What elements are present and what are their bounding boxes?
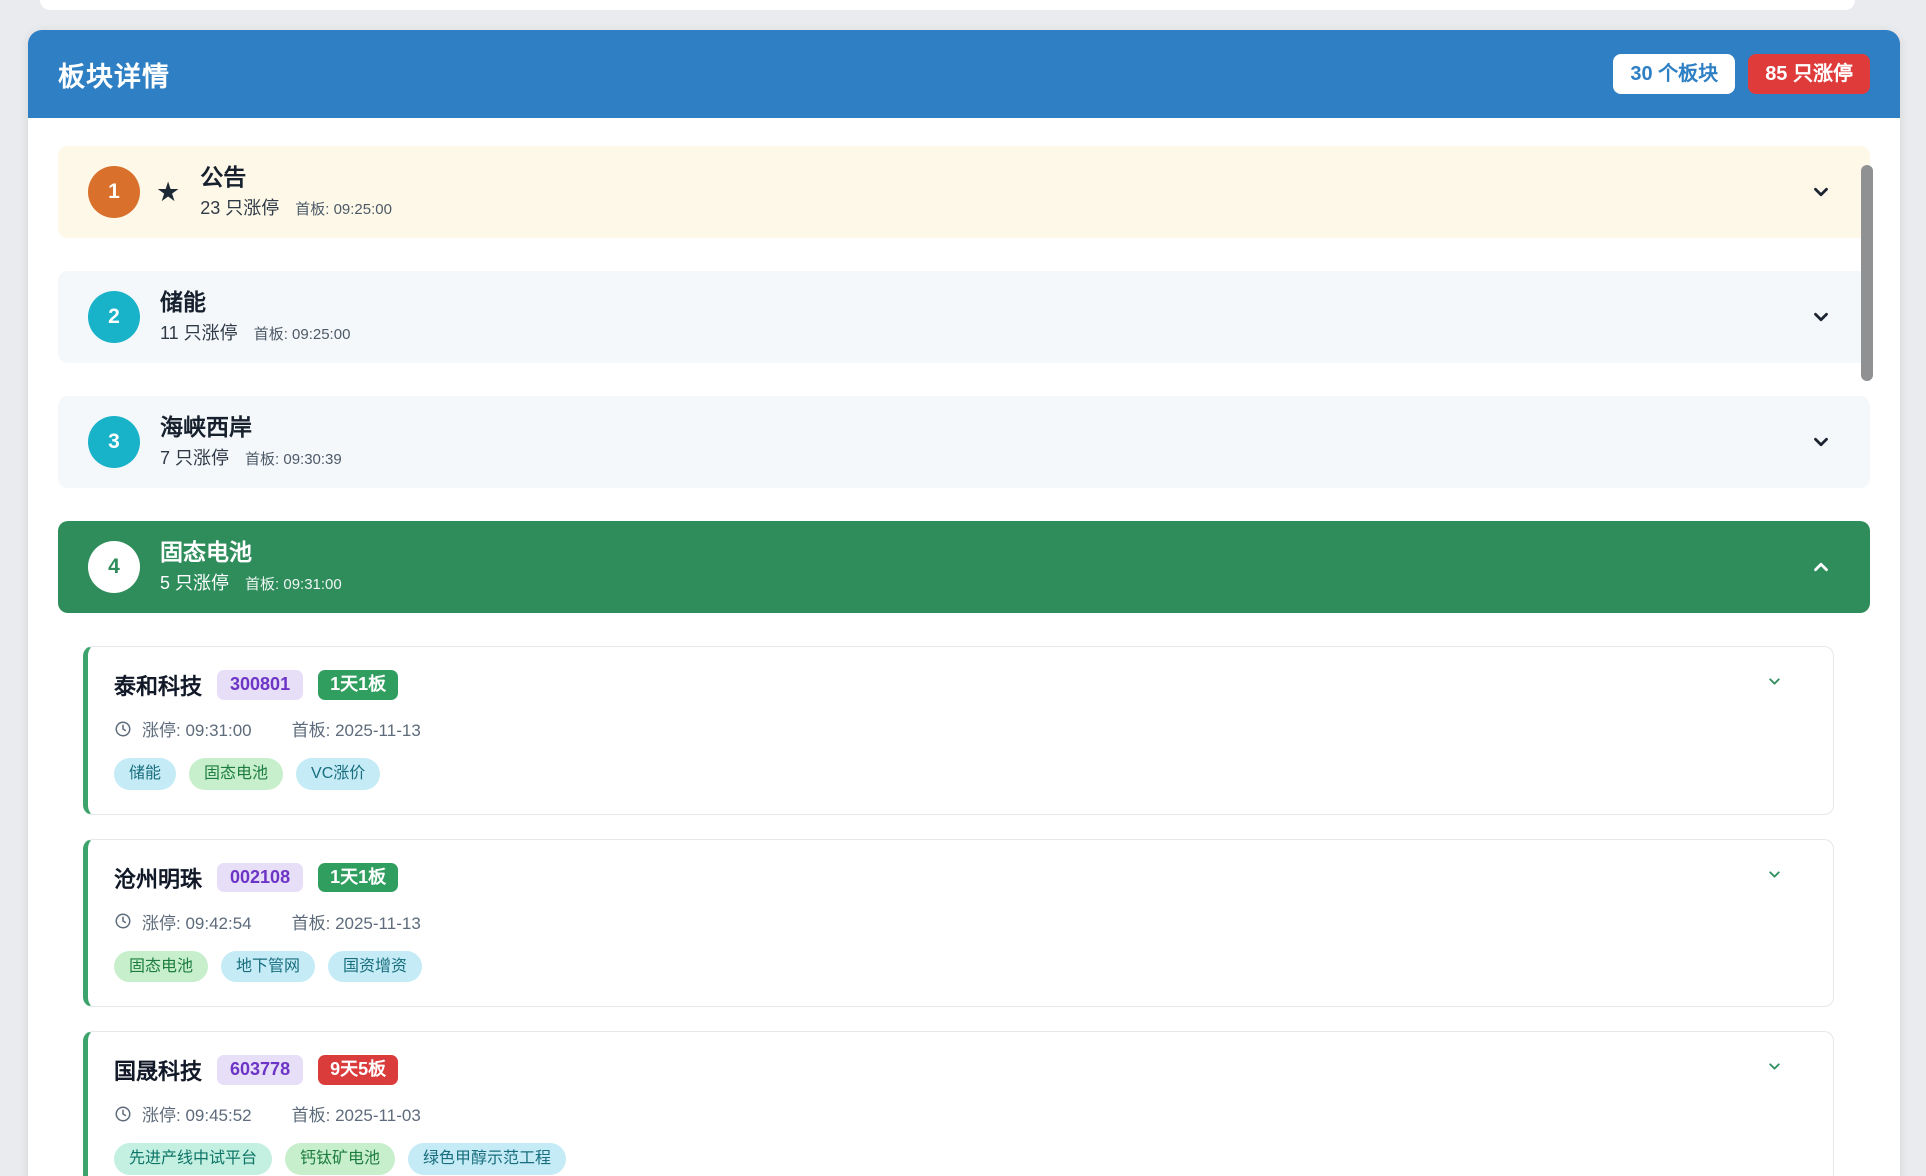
stock-code-badge: 300801: [217, 670, 303, 700]
scrollbar-thumb[interactable]: [1861, 165, 1873, 381]
stock-name: 泰和科技: [114, 669, 202, 701]
limit-up-time: 涨停: 09:31:00: [142, 716, 252, 741]
sector-first-board-time: 首板: 09:25:00: [254, 323, 351, 344]
sector-name: 固态电池: [160, 539, 342, 565]
sector-rank-badge: 2: [88, 291, 140, 343]
sector-row-固态电池[interactable]: 4 ★ 固态电池 5 只涨停 首板: 09:31:00: [58, 521, 1870, 613]
stock-tags: 储能固态电池 VC涨价: [114, 758, 1807, 790]
sector-count-badge: 30 个板块: [1613, 54, 1735, 94]
concept-tag[interactable]: VC涨价: [296, 758, 380, 790]
sector-list: 1 ★ 公告 23 只涨停 首板: 09:25:00 2 ★ 储能 11 只涨停…: [28, 118, 1900, 1176]
sector-rank-badge: 3: [88, 416, 140, 468]
header-badges: 30 个板块 85 只涨停: [1613, 54, 1870, 94]
concept-tag[interactable]: 国资增资: [328, 951, 422, 983]
sector-limit-up-count: 7 只涨停: [160, 444, 229, 470]
sector-row-海峡西岸[interactable]: 3 ★ 海峡西岸 7 只涨停 首板: 09:30:39: [58, 396, 1870, 488]
concept-tag[interactable]: 固态电池: [189, 758, 283, 790]
first-board-date: 首板: 2025-11-13: [292, 716, 421, 741]
sector-row-公告[interactable]: 1 ★ 公告 23 只涨停 首板: 09:25:00: [58, 146, 1870, 238]
chevron-down-icon[interactable]: [1810, 431, 1832, 453]
previous-card-edge: [40, 0, 1855, 10]
sector-first-board-time: 首板: 09:31:00: [245, 573, 342, 594]
sector-limit-up-count: 23 只涨停: [200, 194, 279, 220]
stock-tags: 先进产线中试平台钙钛矿电池绿色甲醇示范工程: [114, 1143, 1807, 1175]
chevron-down-icon[interactable]: [1766, 1058, 1783, 1075]
sector-name: 储能: [160, 289, 350, 315]
concept-tag[interactable]: 固态电池: [114, 951, 208, 983]
concept-tag[interactable]: 绿色甲醇示范工程: [408, 1143, 566, 1175]
board-streak-badge: 9天5板: [318, 1055, 398, 1085]
stock-card-header: 泰和科技 300801 1天1板: [114, 669, 1807, 701]
star-icon: ★: [156, 179, 180, 206]
sector-rank-badge: 1: [88, 166, 140, 218]
clock-icon: [114, 720, 132, 738]
board-streak-badge: 1天1板: [318, 863, 398, 893]
stock-name: 国晟科技: [114, 1054, 202, 1086]
chevron-down-icon[interactable]: [1766, 866, 1783, 883]
board-streak-badge: 1天1板: [318, 670, 398, 700]
sector-limit-up-count: 11 只涨停: [160, 319, 238, 345]
stock-meta: 涨停: 09:42:54 首板: 2025-11-13: [114, 909, 1807, 934]
page-title: 板块详情: [58, 55, 170, 94]
clock-icon: [114, 1105, 132, 1123]
sector-limit-up-count: 5 只涨停: [160, 569, 229, 595]
sector-subtitle: 7 只涨停 首板: 09:30:39: [160, 444, 342, 470]
scrollbar[interactable]: [1861, 158, 1873, 1176]
stock-tags: 固态电池地下管网国资增资: [114, 951, 1807, 983]
stock-code-badge: 002108: [217, 863, 303, 893]
chevron-down-icon[interactable]: [1810, 181, 1832, 203]
stock-name: 沧州明珠: [114, 862, 202, 894]
concept-tag[interactable]: 先进产线中试平台: [114, 1143, 272, 1175]
limit-up-time: 涨停: 09:42:54: [142, 909, 252, 934]
stock-meta: 涨停: 09:45:52 首板: 2025-11-03: [114, 1101, 1807, 1126]
sector-info: 海峡西岸 7 只涨停 首板: 09:30:39: [160, 414, 342, 470]
chevron-down-icon[interactable]: [1810, 306, 1832, 328]
sector-subtitle: 11 只涨停 首板: 09:25:00: [160, 319, 350, 345]
sector-subtitle: 23 只涨停 首板: 09:25:00: [200, 194, 392, 220]
sector-name: 公告: [200, 164, 392, 190]
stock-meta: 涨停: 09:31:00 首板: 2025-11-13: [114, 716, 1807, 741]
expanded-stock-list: 泰和科技 300801 1天1板 涨停: 09:31:00 首板: 2025-1…: [58, 646, 1870, 1176]
stock-card-002108[interactable]: 沧州明珠 002108 1天1板 涨停: 09:42:54 首板: 2025-1…: [83, 839, 1834, 1008]
sector-subtitle: 5 只涨停 首板: 09:31:00: [160, 569, 342, 595]
chevron-down-icon[interactable]: [1766, 673, 1783, 690]
limit-up-time: 涨停: 09:45:52: [142, 1101, 252, 1126]
sector-info: 储能 11 只涨停 首板: 09:25:00: [160, 289, 350, 345]
stock-code-badge: 603778: [217, 1055, 303, 1085]
limit-up-count-badge: 85 只涨停: [1748, 54, 1870, 94]
concept-tag[interactable]: 钙钛矿电池: [285, 1143, 395, 1175]
concept-tag[interactable]: 地下管网: [221, 951, 315, 983]
first-board-date: 首板: 2025-11-13: [292, 909, 421, 934]
clock-icon: [114, 912, 132, 930]
chevron-up-icon[interactable]: [1810, 556, 1832, 578]
sector-first-board-time: 首板: 09:25:00: [295, 198, 392, 219]
sector-detail-panel: 板块详情 30 个板块 85 只涨停 1 ★ 公告 23 只涨停 首板: 09:…: [28, 30, 1900, 1176]
stock-card-300801[interactable]: 泰和科技 300801 1天1板 涨停: 09:31:00 首板: 2025-1…: [83, 646, 1834, 815]
sector-info: 公告 23 只涨停 首板: 09:25:00: [200, 164, 392, 220]
stock-card-header: 沧州明珠 002108 1天1板: [114, 862, 1807, 894]
sector-first-board-time: 首板: 09:30:39: [245, 448, 342, 469]
first-board-date: 首板: 2025-11-03: [292, 1101, 421, 1126]
stock-card-603778[interactable]: 国晟科技 603778 9天5板 涨停: 09:45:52 首板: 2025-1…: [83, 1031, 1834, 1176]
panel-header: 板块详情 30 个板块 85 只涨停: [28, 30, 1900, 118]
stock-card-header: 国晟科技 603778 9天5板: [114, 1054, 1807, 1086]
concept-tag[interactable]: 储能: [114, 758, 176, 790]
sector-info: 固态电池 5 只涨停 首板: 09:31:00: [160, 539, 342, 595]
sector-rank-badge: 4: [88, 541, 140, 593]
sector-row-储能[interactable]: 2 ★ 储能 11 只涨停 首板: 09:25:00: [58, 271, 1870, 363]
sector-name: 海峡西岸: [160, 414, 342, 440]
